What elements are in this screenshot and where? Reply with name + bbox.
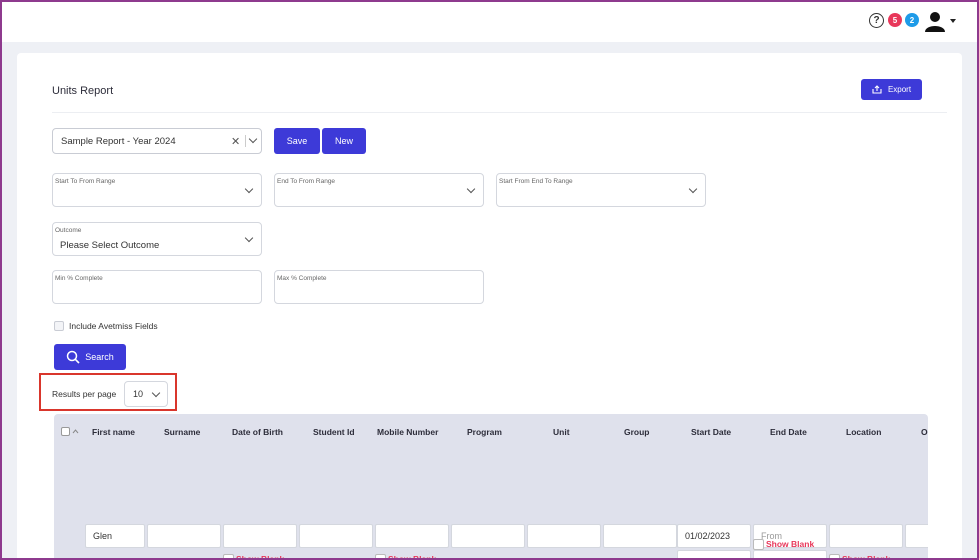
mobile-number-show-blank[interactable]: Show Blank (375, 554, 436, 558)
chevron-down-icon (688, 184, 698, 194)
notification-badge-red[interactable]: 5 (888, 13, 902, 27)
results-per-page-label: Results per page (52, 389, 117, 399)
outcome-select[interactable]: Outcome Please Select Outcome (52, 222, 262, 256)
show-blank-checkbox[interactable] (753, 539, 764, 551)
mobile-number-filter-input[interactable] (375, 524, 449, 548)
program-filter-input[interactable] (451, 524, 525, 548)
column-header-unit[interactable]: Unit (553, 427, 570, 437)
export-button[interactable]: Export (861, 79, 922, 100)
chevron-down-icon (244, 184, 254, 194)
save-button[interactable]: Save (274, 128, 320, 154)
location-show-blank[interactable]: Show Blank (829, 554, 890, 558)
chevron-down-icon (151, 388, 161, 398)
outcome-value: Please Select Outcome (60, 240, 160, 251)
column-header-location[interactable]: Location (846, 427, 881, 437)
end-date-show-blank[interactable]: Show Blank (753, 539, 815, 551)
column-header-student-id[interactable]: Student Id (313, 427, 355, 437)
clear-icon[interactable]: ✕ (231, 135, 240, 148)
end-to-from-range-select[interactable]: End To From Range (274, 173, 484, 207)
page-title: Units Report (52, 85, 114, 97)
app-frame: ? 5 2 Units Report Export Sample Report … (2, 2, 977, 558)
export-icon (872, 85, 882, 94)
chevron-down-icon (466, 184, 476, 194)
new-button[interactable]: New (322, 128, 366, 154)
overflow-filter-input[interactable] (905, 524, 928, 548)
column-header-start-date[interactable]: Start Date (691, 427, 731, 437)
chevron-down-icon (248, 134, 258, 144)
start-date-to-input[interactable]: To (677, 550, 751, 558)
unit-filter-input[interactable] (527, 524, 601, 548)
column-header-first-name[interactable]: First name (92, 427, 135, 437)
show-blank-checkbox[interactable] (223, 554, 234, 558)
field-label: End To From Range (277, 178, 336, 185)
column-header-surname[interactable]: Surname (164, 427, 200, 437)
user-icon[interactable] (924, 10, 946, 32)
header-divider (52, 112, 947, 113)
field-label: Max % Complete (277, 275, 327, 282)
report-card: Units Report Export Sample Report - Year… (17, 53, 962, 558)
date-of-birth-show-blank[interactable]: Show Blank (223, 554, 284, 558)
notification-badge-blue[interactable]: 2 (905, 13, 919, 27)
report-select-value: Sample Report - Year 2024 (61, 135, 176, 147)
chevron-down-icon (244, 233, 254, 243)
results-per-page-value: 10 (133, 389, 144, 399)
show-blank-checkbox[interactable] (829, 554, 840, 558)
column-header-program[interactable]: Program (467, 427, 502, 437)
location-filter-input[interactable] (829, 524, 903, 548)
column-header-mobile-number[interactable]: Mobile Number (377, 427, 438, 437)
surname-filter-input[interactable] (147, 524, 221, 548)
start-from-end-to-range-select[interactable]: Start From End To Range (496, 173, 706, 207)
results-per-page-select[interactable]: 10 (124, 381, 168, 407)
min-complete-input[interactable]: Min % Complete (52, 270, 262, 304)
show-blank-checkbox[interactable] (375, 554, 386, 558)
search-button[interactable]: Search (54, 344, 126, 370)
search-icon (66, 350, 80, 364)
column-header-end-date[interactable]: End Date (770, 427, 807, 437)
column-header-date-of-birth[interactable]: Date of Birth (232, 427, 283, 437)
report-select[interactable]: Sample Report - Year 2024 ✕ (52, 128, 262, 154)
select-all-checkbox[interactable] (61, 427, 70, 436)
help-icon[interactable]: ? (869, 13, 884, 28)
group-filter-input[interactable] (603, 524, 677, 548)
show-blank-label: Show Blank (766, 539, 815, 549)
show-blank-label: Show Blank (388, 554, 436, 558)
top-bar: ? 5 2 (2, 2, 977, 42)
field-label: Start From End To Range (499, 178, 573, 185)
field-label: Outcome (55, 227, 82, 234)
export-label: Export (887, 85, 912, 94)
start-to-from-range-select[interactable]: Start To From Range (52, 173, 262, 207)
include-avetmiss-label: Include Avetmiss Fields (69, 321, 158, 331)
first-name-filter-input[interactable]: Glen (85, 524, 145, 548)
results-table: First name Surname Date of Birth Student… (54, 414, 928, 558)
field-label: Min % Complete (55, 275, 103, 282)
student-id-filter-input[interactable] (299, 524, 373, 548)
start-date-from-input[interactable]: 01/02/2023 (677, 524, 751, 548)
date-of-birth-filter-input[interactable] (223, 524, 297, 548)
max-complete-input[interactable]: Max % Complete (274, 270, 484, 304)
end-date-to-input[interactable]: To (753, 550, 827, 558)
field-label: Start To From Range (55, 178, 116, 185)
sort-icon[interactable] (72, 428, 79, 435)
chevron-down-icon[interactable] (950, 19, 956, 23)
column-header-overflow[interactable]: O (921, 427, 928, 437)
column-header-group[interactable]: Group (624, 427, 650, 437)
search-label: Search (85, 352, 114, 362)
show-blank-label: Show Blank (842, 554, 890, 558)
show-blank-label: Show Blank (236, 554, 284, 558)
select-separator (245, 135, 246, 147)
include-avetmiss-checkbox[interactable] (54, 321, 64, 331)
